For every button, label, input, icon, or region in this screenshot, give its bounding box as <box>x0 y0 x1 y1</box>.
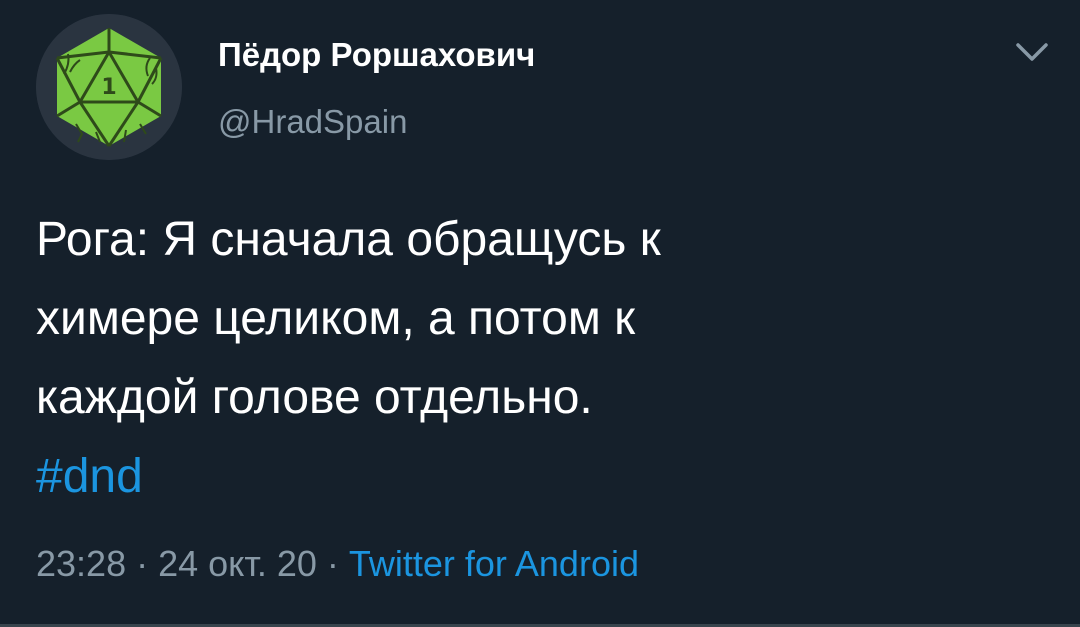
tweet-text-line: каждой голове отдельно. <box>36 371 593 424</box>
tweet-time: 23:28 <box>36 543 127 584</box>
avatar[interactable]: 1 <box>36 14 182 160</box>
tweet-detail: 1 Пёдор Роршахович @HradSpain Рога: Я сн… <box>0 0 1080 627</box>
tweet-text-line: химере целиком, а потом к <box>36 292 636 345</box>
source-link[interactable]: Twitter for Android <box>349 543 639 584</box>
tweet-metadata: 23:28 · 24 окт. 20 · Twitter for Android <box>36 543 639 585</box>
d20-die-icon: 1 <box>36 14 182 160</box>
tweet-text: Рога: Я сначала обращусь к химере целико… <box>36 200 1046 516</box>
tweet-date: 24 окт. 20 <box>158 543 317 584</box>
tweet-text-line: Рога: Я сначала обращусь к <box>36 213 661 266</box>
meta-separator: · <box>126 543 159 584</box>
hashtag-link[interactable]: #dnd <box>36 437 1046 516</box>
user-handle[interactable]: @HradSpain <box>218 103 407 141</box>
svg-text:1: 1 <box>101 75 116 100</box>
meta-separator: · <box>316 543 349 584</box>
chevron-down-icon[interactable] <box>1012 36 1052 68</box>
display-name[interactable]: Пёдор Роршахович <box>218 36 535 74</box>
